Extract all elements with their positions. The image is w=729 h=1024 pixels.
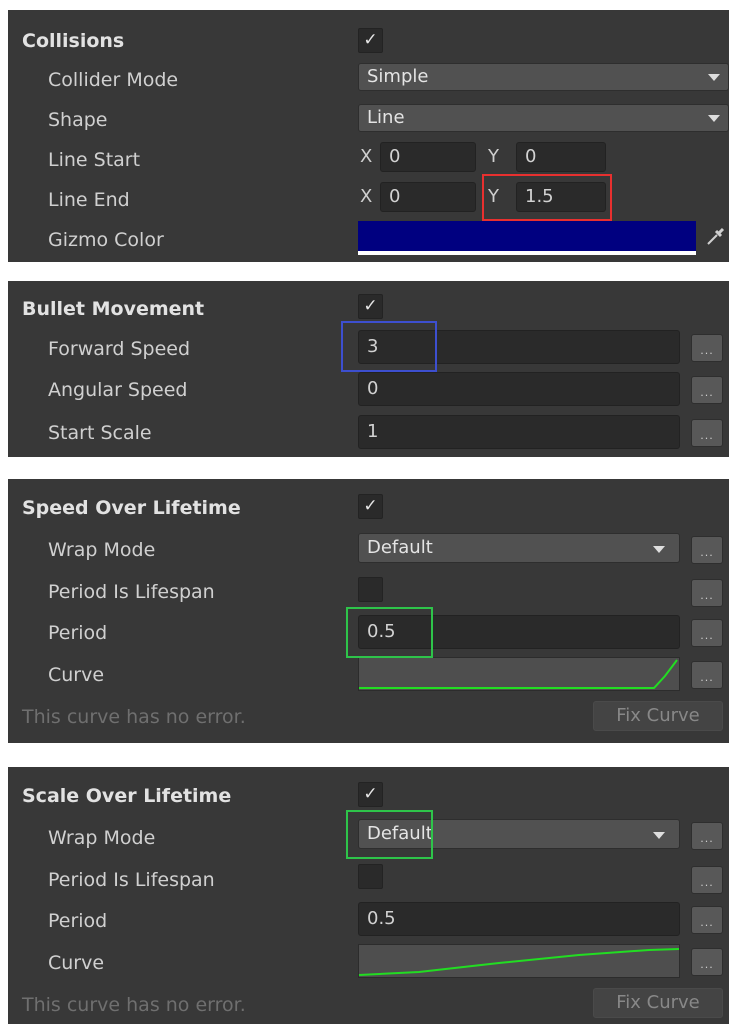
speed-period-is-lifespan-label: Period Is Lifespan xyxy=(48,581,215,603)
speed-wrap-mode-more-button[interactable]: ... xyxy=(691,536,723,564)
collider-mode-label: Collider Mode xyxy=(48,69,179,91)
forward-speed-more-button[interactable]: ... xyxy=(691,334,723,362)
speed-period-is-lifespan-more-button[interactable]: ... xyxy=(691,579,723,607)
bullet-movement-header[interactable]: Bullet Movement xyxy=(22,297,204,321)
speed-wrap-mode-value: Default xyxy=(367,537,433,558)
line-end-y-input[interactable]: 1.5 xyxy=(516,182,606,212)
collider-mode-dropdown[interactable]: Simple xyxy=(358,63,729,91)
speed-curve-label: Curve xyxy=(48,664,105,686)
collisions-panel: Collisions ✓ Collider Mode Simple Shape … xyxy=(8,10,729,262)
speed-period-more-button[interactable]: ... xyxy=(691,619,723,647)
forward-speed-input[interactable]: 3 xyxy=(358,330,680,364)
scale-over-lifetime-enabled-checkbox[interactable]: ✓ xyxy=(358,782,383,807)
line-end-x-label[interactable]: X xyxy=(360,183,372,211)
line-start-y-input[interactable]: 0 xyxy=(516,142,606,172)
line-end-label: Line End xyxy=(48,189,130,211)
collisions-enabled-checkbox[interactable]: ✓ xyxy=(358,28,383,53)
speed-curve-field[interactable] xyxy=(358,657,680,691)
angular-speed-more-button[interactable]: ... xyxy=(691,376,723,404)
start-scale-label: Start Scale xyxy=(48,422,152,444)
shape-dropdown[interactable]: Line xyxy=(358,104,729,132)
chevron-down-icon xyxy=(653,546,665,553)
angular-speed-label: Angular Speed xyxy=(48,379,188,401)
collider-mode-value: Simple xyxy=(367,66,429,87)
scale-wrap-mode-more-button[interactable]: ... xyxy=(691,822,723,850)
speed-wrap-mode-label: Wrap Mode xyxy=(48,539,156,561)
chevron-down-icon xyxy=(708,115,720,122)
scale-curve-more-button[interactable]: ... xyxy=(691,948,723,976)
eyedropper-icon[interactable] xyxy=(704,224,726,248)
line-start-y-label[interactable]: Y xyxy=(488,143,499,171)
scale-over-lifetime-header[interactable]: Scale Over Lifetime xyxy=(22,784,231,808)
scale-period-is-lifespan-more-button[interactable]: ... xyxy=(691,866,723,894)
scale-period-input[interactable]: 0.5 xyxy=(358,902,680,936)
forward-speed-label: Forward Speed xyxy=(48,338,191,360)
speed-over-lifetime-header[interactable]: Speed Over Lifetime xyxy=(22,496,241,520)
scale-period-more-button[interactable]: ... xyxy=(691,906,723,934)
speed-fix-curve-button[interactable]: Fix Curve xyxy=(593,701,723,731)
scale-period-is-lifespan-label: Period Is Lifespan xyxy=(48,869,215,891)
shape-label: Shape xyxy=(48,109,108,131)
scale-wrap-mode-value: Default xyxy=(367,823,433,844)
chevron-down-icon xyxy=(653,832,665,839)
speed-curve-line xyxy=(359,659,678,689)
speed-over-lifetime-enabled-checkbox[interactable]: ✓ xyxy=(358,494,383,519)
line-start-x-label[interactable]: X xyxy=(360,143,372,171)
bullet-movement-enabled-checkbox[interactable]: ✓ xyxy=(358,294,383,319)
scale-wrap-mode-label: Wrap Mode xyxy=(48,827,156,849)
line-end-y-label[interactable]: Y xyxy=(488,183,499,211)
scale-curve-line xyxy=(359,948,679,976)
start-scale-more-button[interactable]: ... xyxy=(691,419,723,447)
line-start-x-input[interactable]: 0 xyxy=(380,142,476,172)
scale-over-lifetime-panel: Scale Over Lifetime ✓ Wrap Mode Default … xyxy=(8,767,729,1024)
line-start-label: Line Start xyxy=(48,149,141,171)
speed-period-label: Period xyxy=(48,622,108,644)
chevron-down-icon xyxy=(708,74,720,81)
scale-curve-label: Curve xyxy=(48,952,105,974)
angular-speed-input[interactable]: 0 xyxy=(358,372,680,406)
line-end-x-input[interactable]: 0 xyxy=(380,182,476,212)
scale-curve-field[interactable] xyxy=(358,944,680,978)
scale-fix-curve-button[interactable]: Fix Curve xyxy=(593,988,723,1018)
speed-wrap-mode-dropdown[interactable]: Default xyxy=(358,533,680,563)
shape-value: Line xyxy=(367,107,405,128)
start-scale-input[interactable]: 1 xyxy=(358,415,680,449)
gizmo-color-label: Gizmo Color xyxy=(48,229,164,251)
scale-period-label: Period xyxy=(48,910,108,932)
speed-curve-status: This curve has no error. xyxy=(22,706,246,728)
collisions-header[interactable]: Collisions xyxy=(22,29,124,53)
scale-wrap-mode-dropdown[interactable]: Default xyxy=(358,819,680,849)
speed-curve-more-button[interactable]: ... xyxy=(691,661,723,689)
speed-period-input[interactable]: 0.5 xyxy=(358,615,680,649)
bullet-movement-panel: Bullet Movement ✓ Forward Speed 3 ... An… xyxy=(8,281,729,457)
speed-period-is-lifespan-checkbox[interactable] xyxy=(358,577,383,602)
scale-period-is-lifespan-checkbox[interactable] xyxy=(358,864,383,889)
scale-curve-status: This curve has no error. xyxy=(22,994,246,1016)
gizmo-color-swatch[interactable] xyxy=(358,221,696,255)
speed-over-lifetime-panel: Speed Over Lifetime ✓ Wrap Mode Default … xyxy=(8,479,729,743)
